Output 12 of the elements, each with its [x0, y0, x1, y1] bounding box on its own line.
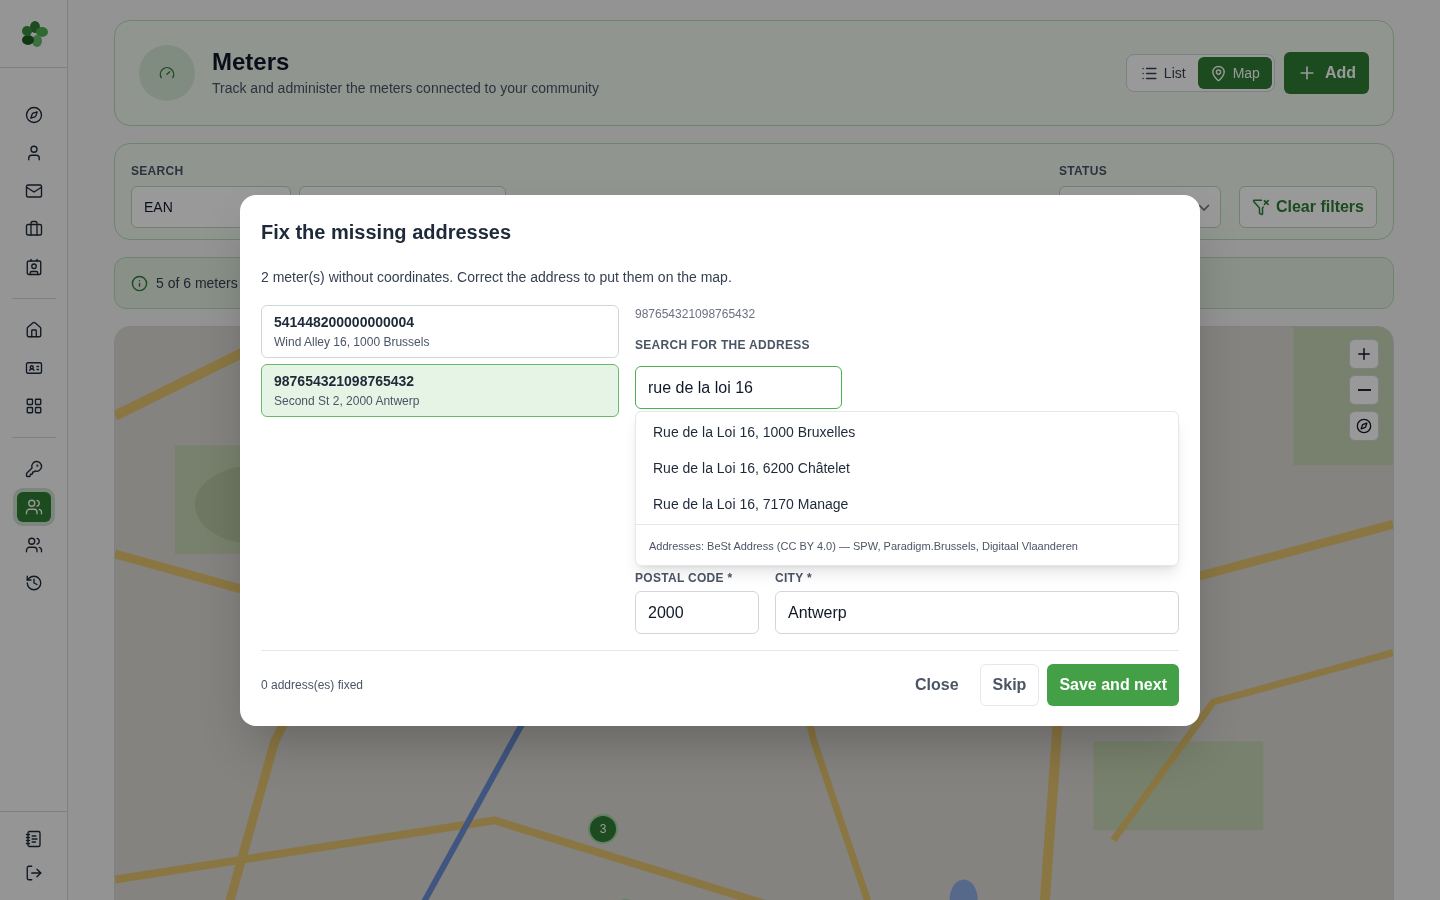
meter-ean: 987654321098765432	[635, 306, 757, 323]
dialog-description: 2 meter(s) without coordinates. Correct the address to put them on the map.	[261, 268, 733, 287]
postal-code-label: POSTAL CODE *	[635, 570, 734, 587]
page-subtitle: Track and administer the meters connected to your community	[212, 78, 599, 98]
search-address-label: SEARCH FOR THE ADDRESS	[635, 337, 811, 354]
status-label: STATUS	[1058, 163, 1108, 180]
search-label: SEARCH	[131, 163, 185, 180]
city-label: CITY *	[775, 570, 813, 587]
fixed-count: 0 address(es) fixed	[261, 677, 364, 694]
meter-count: 5 of 6 meters	[156, 273, 238, 293]
page-title: Meters	[212, 47, 291, 76]
address-attribution: Addresses: BeSt Address (CC BY 4.0) — SPW, Paradigm.Brussels, Digitaal Vlaanderen	[649, 540, 1078, 552]
